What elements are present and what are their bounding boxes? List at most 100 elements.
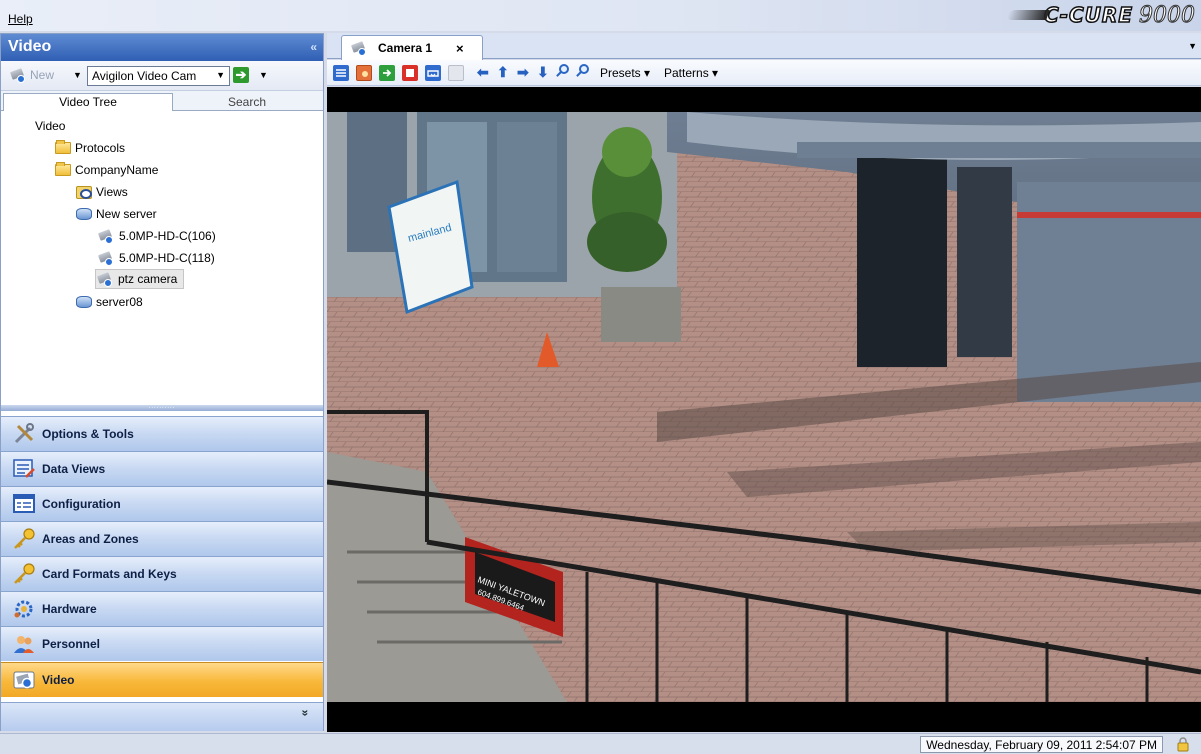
key-icon <box>12 562 36 586</box>
nav-label: Card Formats and Keys <box>42 567 177 581</box>
nav-more-button[interactable]: » <box>1 702 323 731</box>
camera-icon <box>97 250 115 266</box>
tree-node-label: 5.0MP-HD-C(118) <box>119 251 215 265</box>
nav-label: Video <box>42 673 75 687</box>
nav-label: Data Views <box>42 462 106 476</box>
video-viewport[interactable]: mainland MINI YALETOWN 604.899.6464 <box>327 87 1201 732</box>
video-toolbar: New ▼ Avigilon Video Cam ▼ ➔ ▼ <box>1 61 323 91</box>
camera-type-value: Avigilon Video Cam <box>92 69 197 83</box>
personnel-icon <box>12 632 36 656</box>
nav-areas-and-zones[interactable]: Areas and Zones <box>1 521 323 556</box>
zoom-out-icon[interactable] <box>576 64 590 78</box>
nav-personnel[interactable]: Personnel <box>1 626 323 661</box>
nav-label: Hardware <box>42 602 97 616</box>
brand-version: 9000 <box>1139 2 1196 28</box>
camera-icon <box>12 668 36 692</box>
tilt-up-icon[interactable]: ⬆ <box>497 64 509 80</box>
data-views-icon <box>12 457 36 481</box>
brand-logo: C-CURE 9000 <box>1006 2 1196 28</box>
brand-name: C-CURE <box>1043 2 1133 28</box>
lock-icon <box>1175 736 1191 752</box>
camera-icon <box>96 271 114 287</box>
tree-node-label: Video <box>35 119 66 133</box>
status-bar: Wednesday, February 09, 2011 2:54:07 PM <box>0 733 1201 754</box>
tree-node-protocols[interactable]: Protocols <box>55 138 125 158</box>
tree-node-server08[interactable]: server08 <box>76 292 143 312</box>
camera-toolbar: ⬅ ⬆ ➡ ⬇ Presets ▾ Patterns ▾ <box>327 60 1201 86</box>
tree-node-label: Protocols <box>75 141 126 155</box>
play-icon[interactable] <box>379 65 395 81</box>
pane-splitter[interactable]: .......... <box>1 404 323 411</box>
camera-video-frame: mainland MINI YALETOWN 604.899.6464 <box>327 112 1201 702</box>
nav-video[interactable]: Video <box>1 662 323 697</box>
new-dropdown-arrow-icon[interactable]: ▼ <box>73 70 82 80</box>
new-button[interactable]: New <box>9 67 54 83</box>
tree-node-new-server[interactable]: New server <box>76 204 157 224</box>
nav-label: Options & Tools <box>42 427 134 441</box>
server-icon <box>76 296 92 308</box>
export-icon[interactable] <box>448 65 464 81</box>
patterns-menu[interactable]: Patterns ▾ <box>664 66 718 80</box>
go-arrow-icon[interactable]: ➔ <box>233 67 249 83</box>
record-icon[interactable] <box>425 65 441 81</box>
tree-node-label: server08 <box>96 295 143 309</box>
tree-node-views[interactable]: Views <box>76 182 128 202</box>
tab-video-tree[interactable]: Video Tree <box>3 93 173 111</box>
chevron-down-icon: ▼ <box>216 70 225 80</box>
nav-label: Areas and Zones <box>42 532 139 546</box>
chevron-down-icon: » <box>298 709 313 717</box>
pan-left-icon[interactable]: ⬅ <box>477 64 489 80</box>
pane-title: Video <box>8 38 52 55</box>
camera-icon <box>350 40 368 56</box>
tilt-down-icon[interactable]: ⬇ <box>537 64 549 80</box>
nav-label: Configuration <box>42 497 121 511</box>
tree-node-label: 5.0MP-HD-C(106) <box>119 229 216 243</box>
new-button-label: New <box>30 68 55 82</box>
go-dropdown-arrow-icon[interactable]: ▼ <box>259 70 268 80</box>
tree-node-label: ptz camera <box>118 272 178 286</box>
snapshot-icon[interactable] <box>356 65 372 81</box>
views-icon <box>76 185 92 199</box>
nav-card-formats-and-keys[interactable]: Card Formats and Keys <box>1 556 323 591</box>
nav-label: Personnel <box>42 637 101 651</box>
pane-header: Video « <box>1 34 323 61</box>
tree-node-companyname[interactable]: CompanyName <box>55 160 158 180</box>
tree-node-video[interactable]: Video <box>35 116 65 136</box>
zoom-in-icon[interactable] <box>556 64 570 78</box>
stop-icon[interactable] <box>402 65 418 81</box>
menu-bar: Help C-CURE 9000 <box>0 0 1201 31</box>
tools-icon <box>12 422 36 446</box>
nav-data-views[interactable]: Data Views <box>1 451 323 486</box>
collapse-pane-button[interactable]: « <box>310 40 317 54</box>
pane-tabs: Video Tree Search <box>1 91 323 111</box>
tree-node-label: New server <box>96 207 157 221</box>
key-icon <box>12 527 36 551</box>
status-datetime: Wednesday, February 09, 2011 2:54:07 PM <box>920 736 1163 753</box>
camera-icon <box>9 67 27 83</box>
close-icon[interactable]: × <box>456 41 464 56</box>
tab-list-dropdown-icon[interactable]: ▼ <box>1188 41 1197 51</box>
list-view-icon[interactable] <box>333 65 349 81</box>
pan-right-icon[interactable]: ➡ <box>517 64 529 80</box>
server-icon <box>76 208 92 220</box>
camera-type-select[interactable]: Avigilon Video Cam ▼ <box>87 66 230 86</box>
presets-menu[interactable]: Presets ▾ <box>600 66 650 80</box>
folder-icon <box>55 140 71 154</box>
document-tab-strip: Camera 1 × ▼ <box>327 33 1201 60</box>
tab-search[interactable]: Search <box>177 94 317 110</box>
tree-node-camera-106[interactable]: 5.0MP-HD-C(106) <box>97 226 216 246</box>
presets-label: Presets <box>600 66 641 80</box>
camera-icon <box>97 228 115 244</box>
menu-help[interactable]: Help <box>8 12 33 26</box>
nav-hardware[interactable]: Hardware <box>1 591 323 626</box>
hardware-icon <box>12 597 36 621</box>
tab-label: Camera 1 <box>378 41 433 55</box>
nav-configuration[interactable]: Configuration <box>1 486 323 521</box>
tree-node-label: Views <box>96 185 128 199</box>
patterns-label: Patterns <box>664 66 709 80</box>
nav-options-tools[interactable]: Options & Tools <box>1 416 323 451</box>
tree-node-ptz-camera[interactable]: ptz camera <box>95 269 185 289</box>
folder-icon <box>55 162 71 176</box>
tree-node-camera-118[interactable]: 5.0MP-HD-C(118) <box>97 248 215 268</box>
tab-camera-1[interactable]: Camera 1 × <box>341 35 483 60</box>
